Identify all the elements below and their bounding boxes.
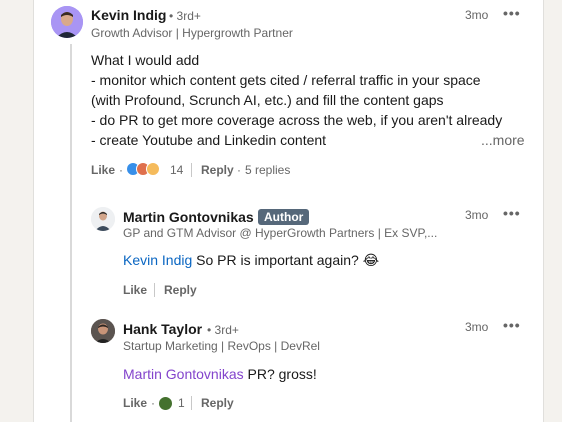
comment-line-5: - create Youtube and Linkedin content [91, 132, 327, 148]
funny-reaction-icon[interactable] [158, 396, 173, 411]
thread-line [70, 44, 72, 422]
comment-options-icon[interactable]: ••• [503, 5, 521, 21]
comment-degree: • 3rd+ [169, 9, 201, 23]
separator-dot: · [237, 163, 241, 177]
action-divider [191, 163, 192, 177]
reply-options-icon[interactable]: ••• [503, 317, 521, 333]
separator-dot: · [151, 396, 155, 410]
reply-body: So PR is important again? 😂 [192, 252, 380, 268]
comment-headline: Growth Advisor | Hypergrowth Partner [91, 26, 293, 40]
reaction-count[interactable]: 14 [170, 163, 183, 177]
like-button[interactable]: Like [123, 283, 147, 297]
replies-count-link[interactable]: 5 replies [245, 163, 290, 177]
reply-degree: • 3rd+ [207, 323, 239, 337]
degree-text: 3rd+ [214, 323, 239, 337]
reply-button[interactable]: Reply [201, 396, 234, 410]
reply-button[interactable]: Reply [164, 283, 197, 297]
reply-text: Kevin Indig So PR is important again? 😂 [123, 250, 379, 270]
reply-button[interactable]: Reply [201, 163, 234, 177]
like-button[interactable]: Like [123, 396, 147, 410]
reply-time: 3mo [465, 208, 489, 222]
reaction-count[interactable]: 1 [178, 396, 185, 410]
mention-link[interactable]: Kevin Indig [123, 252, 192, 268]
author-badge: Author [258, 209, 310, 225]
reply-body: PR? gross! [243, 366, 317, 382]
reply-headline: GP and GTM Advisor @ HyperGrowth Partner… [123, 226, 438, 240]
reply-time: 3mo [465, 320, 489, 334]
comment-line-3: (with Profound, Scrunch AI, etc.) and fi… [91, 92, 444, 108]
reply-text: Martin Gontovnikas PR? gross! [123, 364, 317, 384]
avatar-martin[interactable] [91, 207, 115, 231]
reactions-icons[interactable] [126, 162, 166, 178]
degree-text: 3rd+ [176, 9, 201, 23]
comment-line-2: - monitor which content gets cited / ref… [91, 72, 481, 88]
mention-link[interactable]: Martin Gontovnikas [123, 366, 244, 382]
avatar-hank[interactable] [91, 319, 115, 343]
reply-options-icon[interactable]: ••• [503, 205, 521, 221]
action-divider [154, 283, 155, 297]
like-button[interactable]: Like [91, 163, 115, 177]
reply-headline: Startup Marketing | RevOps | DevRel [123, 339, 320, 353]
comment-line-4: - do PR to get more coverage across the … [91, 112, 503, 128]
action-divider [191, 396, 192, 410]
reply-author-name[interactable]: Hank Taylor [123, 321, 202, 337]
separator-dot: · [119, 163, 123, 177]
comment-line-1: What I would add [91, 52, 200, 68]
avatar-kevin[interactable] [51, 6, 83, 38]
see-more-link[interactable]: ...more [481, 130, 525, 150]
reply-author-name[interactable]: Martin Gontovnikas [123, 209, 254, 225]
comment-time: 3mo [465, 8, 489, 22]
celebrate-reaction-icon [146, 162, 160, 176]
comment-author-name[interactable]: Kevin Indig [91, 7, 166, 23]
